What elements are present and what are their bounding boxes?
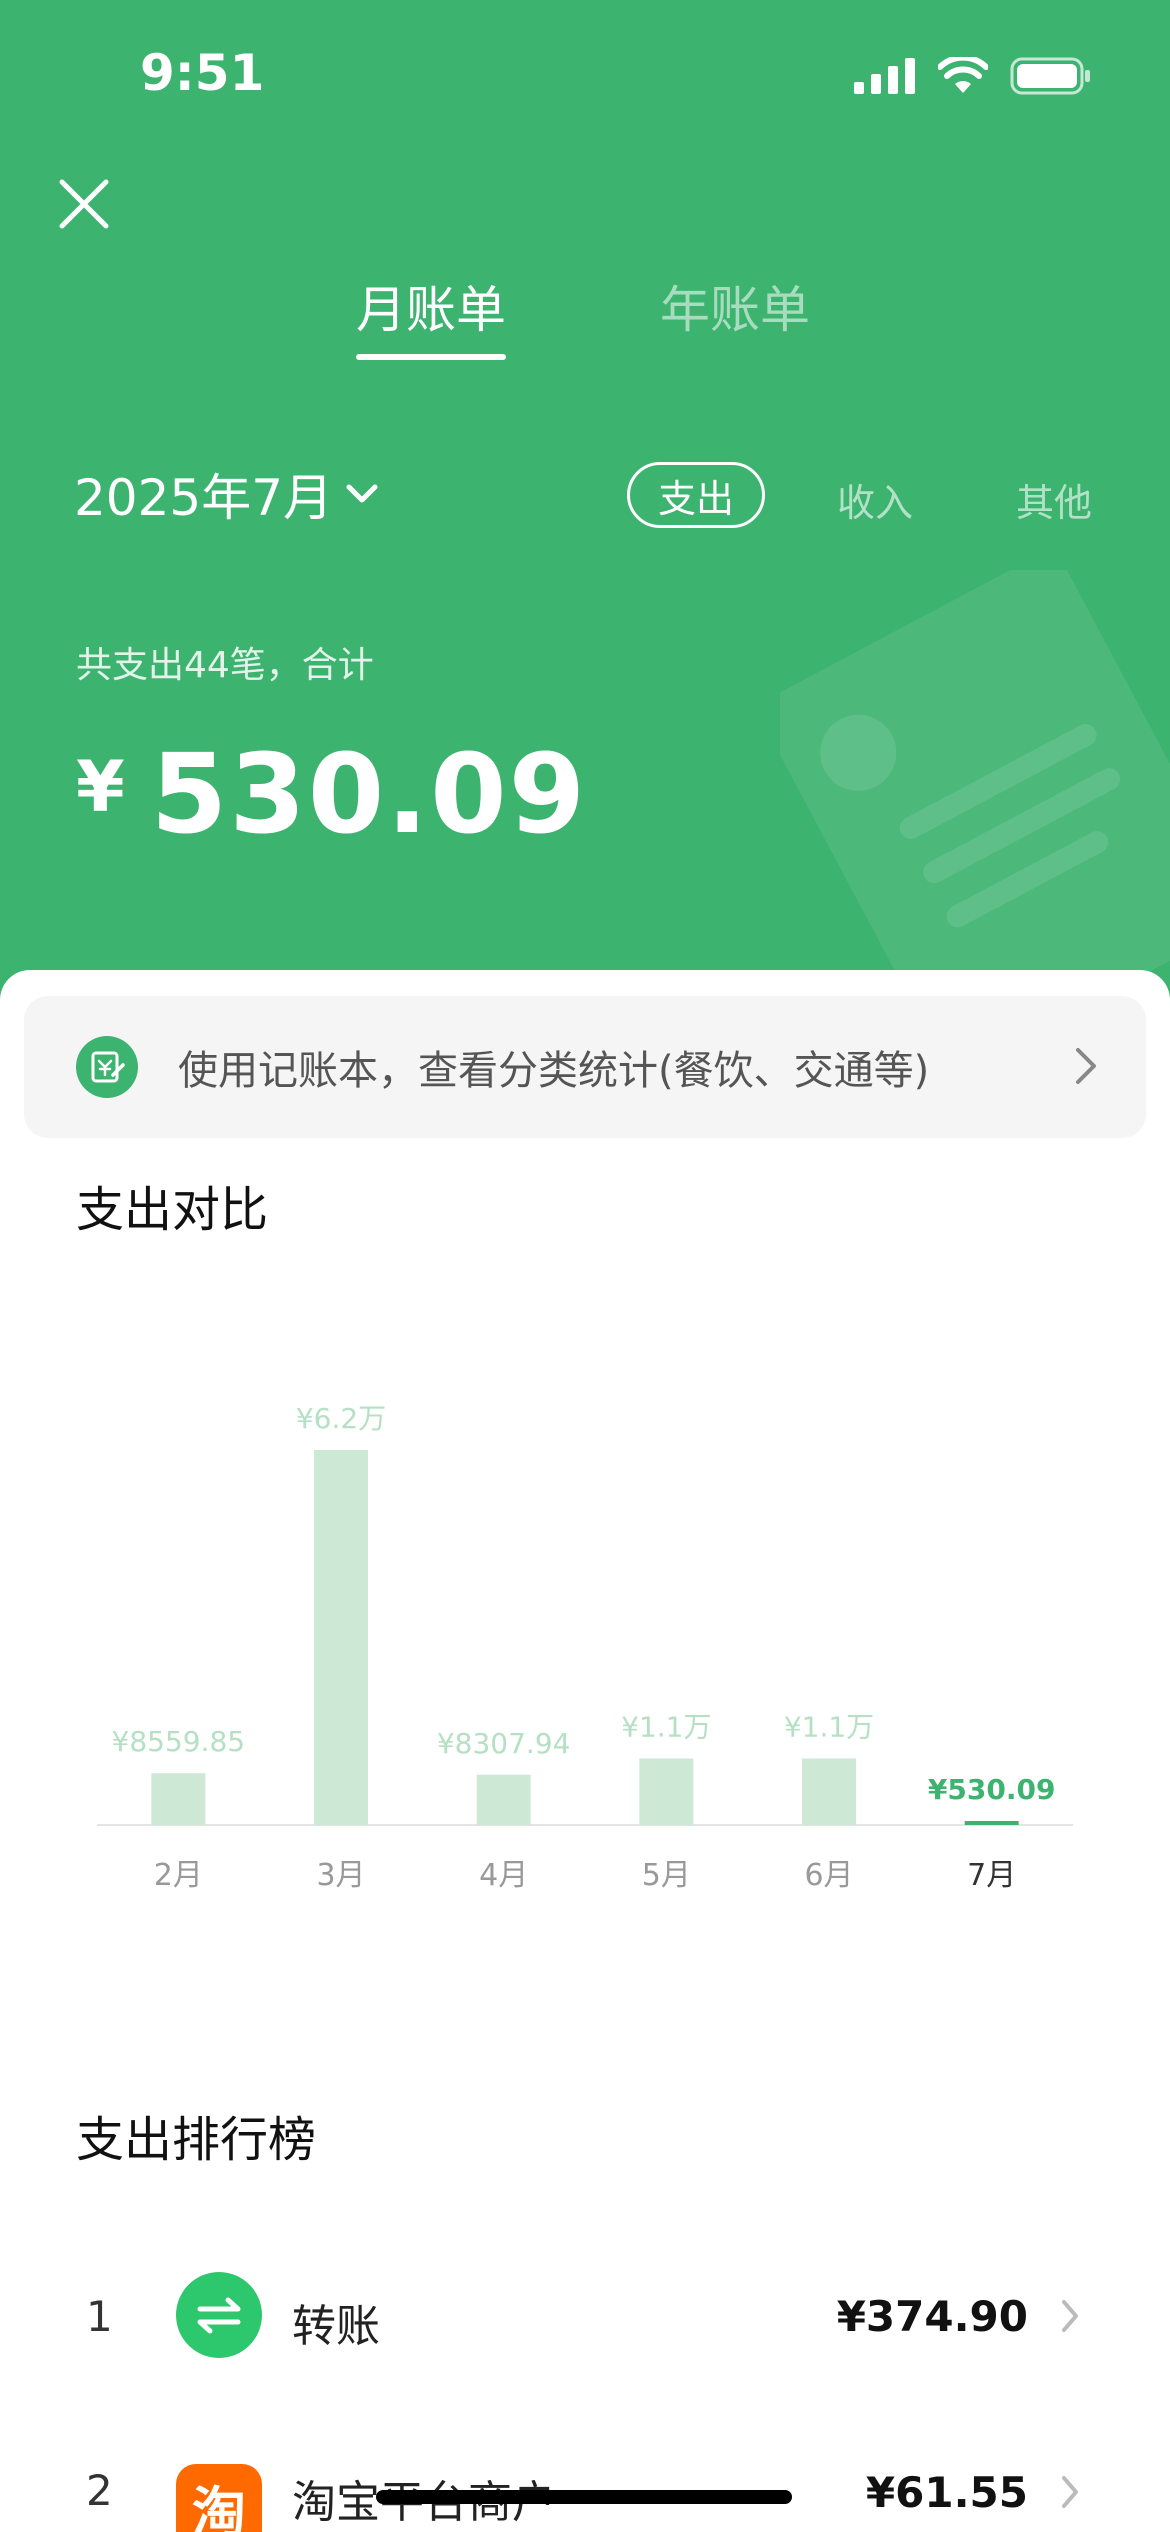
expense-summary: 共支出44笔，合计 (76, 645, 374, 686)
ranking-item[interactable]: 1 转账 ¥374.90 (0, 2256, 1170, 2376)
chevron-right-icon (1062, 2300, 1078, 2332)
chart-data-label: ¥1.1万 (784, 1710, 874, 1743)
chart-tick-label: 7月 (967, 1858, 1016, 1893)
chart-data-label: ¥8307.94 (437, 1727, 571, 1760)
type-tab-expense-label: 支出 (657, 476, 734, 521)
tab-monthly-bill[interactable]: 月账单 (356, 270, 506, 360)
currency-symbol: ¥ (76, 746, 125, 828)
battery-icon (1010, 57, 1090, 95)
chart-bar[interactable] (151, 1773, 206, 1825)
taobao-icon: 淘 (176, 2464, 262, 2532)
signal-icon (854, 58, 915, 94)
status-time: 9:51 (140, 44, 265, 102)
chart-bar[interactable] (314, 1450, 368, 1825)
ranking-item[interactable]: 2 淘 淘宝平台商户 ¥61.55 (0, 2444, 1170, 2532)
tab-monthly-bill-label: 月账单 (356, 281, 506, 339)
chart-tick-label: 3月 (316, 1858, 365, 1893)
total-amount-value: 530.09 (150, 730, 588, 858)
chart-tick-label: 5月 (642, 1858, 691, 1893)
rank-number: 1 (86, 2292, 113, 2341)
type-tab-income[interactable]: 收入 (837, 472, 913, 527)
account-book-banner-text: 使用记账本，查看分类统计(餐饮、交通等) (178, 1048, 930, 1094)
home-indicator (376, 2490, 792, 2504)
merchant-amount: ¥61.55 (865, 2468, 1028, 2517)
merchant-amount: ¥374.90 (836, 2292, 1028, 2341)
chart-bar[interactable] (476, 1774, 531, 1825)
expense-comparison-chart: ¥8559.85 2月 ¥6.2万 3月 ¥8307.94 4月 ¥1.1万 5月 ¥1.1万 6… (97, 1402, 1073, 1893)
bill-type-tabs: 支出 收入 其他 (0, 462, 1170, 528)
tab-active-underline (356, 354, 506, 360)
transfer-icon (176, 2272, 262, 2358)
chevron-right-icon (1076, 1048, 1096, 1084)
merchant-name: 转账 (292, 2301, 380, 2352)
account-book-icon (76, 1036, 138, 1098)
tab-yearly-bill[interactable]: 年账单 (660, 270, 810, 342)
chevron-right-icon (1062, 2476, 1078, 2508)
bill-illustration (780, 570, 1170, 1000)
rank-number: 2 (86, 2466, 113, 2515)
total-amount: ¥ 530.09 (76, 730, 587, 858)
wifi-icon (938, 57, 988, 93)
chart-bar[interactable] (802, 1758, 856, 1825)
type-tab-income-label: 收入 (837, 481, 914, 525)
type-tab-expense[interactable]: 支出 (627, 462, 765, 528)
chart-data-label: ¥1.1万 (621, 1710, 711, 1743)
bill-period-tabs: 月账单 年账单 (0, 270, 1170, 390)
type-tab-other[interactable]: 其他 (1016, 472, 1092, 527)
expense-ranking-title: 支出排行榜 (76, 2112, 317, 2168)
chart-tick-label: 2月 (154, 1858, 203, 1893)
type-tab-other-label: 其他 (1016, 481, 1093, 525)
chart-data-label: ¥530.09 (928, 1773, 1056, 1806)
bill-header: 9:51 月账单 年账单 2025年7月 支出 收入 其他 共支出44笔，合计 … (0, 0, 1170, 1000)
chart-bar[interactable] (639, 1758, 694, 1825)
chart-data-label: ¥6.2万 (296, 1402, 386, 1435)
status-icons (854, 56, 1092, 96)
chart-data-label: ¥8559.85 (112, 1725, 246, 1758)
chart-tick-label: 6月 (804, 1858, 853, 1893)
chart-bar[interactable] (964, 1821, 1019, 1825)
chart-tick-label: 4月 (479, 1858, 528, 1893)
close-icon[interactable] (56, 176, 112, 232)
tab-yearly-bill-label: 年账单 (660, 281, 810, 339)
expense-comparison-title: 支出对比 (76, 1182, 269, 1238)
account-book-banner[interactable]: 使用记账本，查看分类统计(餐饮、交通等) (24, 996, 1146, 1138)
